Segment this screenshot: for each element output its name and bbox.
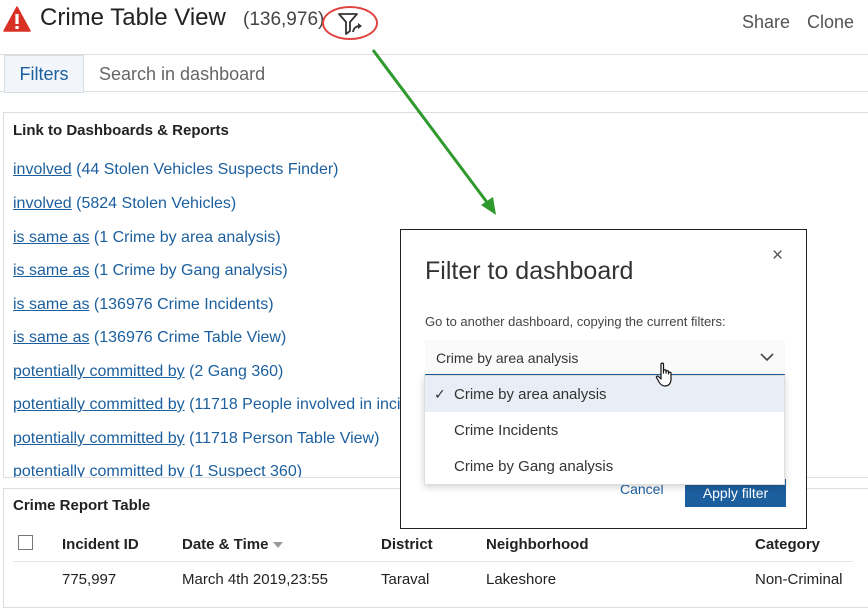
dashboard-select[interactable]: Crime by area analysis: [425, 340, 785, 376]
hand-cursor-icon: [655, 362, 672, 387]
option-crime-by-gang-analysis[interactable]: Crime by Gang analysis: [425, 448, 784, 484]
chevron-down-icon: [760, 353, 774, 362]
option-crime-incidents[interactable]: Crime Incidents: [425, 412, 784, 448]
dashboard-options-list: ✓ Crime by area analysis Crime Incidents…: [424, 375, 785, 485]
dashboard-select-value: Crime by area analysis: [436, 350, 579, 366]
option-crime-by-area-analysis[interactable]: ✓ Crime by area analysis: [425, 376, 784, 412]
option-label: Crime by Gang analysis: [454, 458, 614, 475]
option-label: Crime Incidents: [454, 422, 559, 439]
check-icon: ✓: [434, 386, 446, 402]
dialog-title: Filter to dashboard: [425, 257, 634, 285]
option-label: Crime by area analysis: [454, 386, 607, 403]
close-icon[interactable]: ×: [772, 246, 783, 266]
dialog-description: Go to another dashboard, copying the cur…: [425, 314, 726, 329]
